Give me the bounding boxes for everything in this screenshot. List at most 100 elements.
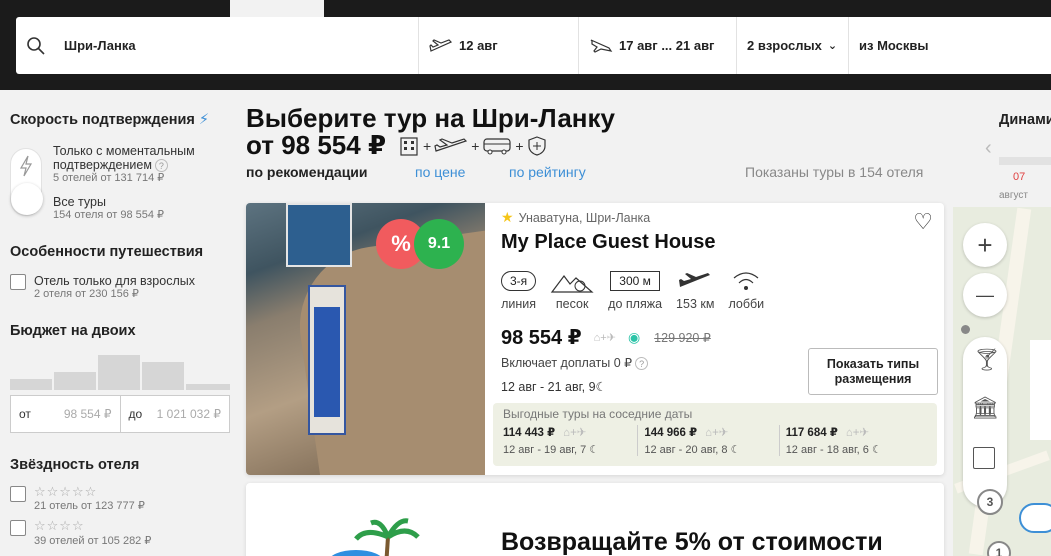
- feature-airport: 153 км: [676, 265, 714, 311]
- star-icon: ★: [501, 209, 514, 225]
- hotel-price: 98 554 ₽: [501, 327, 582, 349]
- four-stars-icon: ☆☆☆☆: [34, 518, 85, 533]
- sort-price[interactable]: по цене: [415, 164, 465, 180]
- results-count: Показаны туры в 154 отеля: [745, 164, 924, 180]
- destination-value: Шри-Ланка: [64, 38, 136, 53]
- promo-card[interactable]: Возвращайте 5% от стоимости: [246, 483, 944, 556]
- lightning-icon: ⚡︎: [198, 112, 210, 128]
- stars5-checkbox[interactable]: [10, 486, 26, 502]
- extra-fees: Включает доплаты 0 ₽?: [501, 355, 649, 370]
- rating-badge: 9.1: [414, 219, 464, 269]
- top-bar: Шри-Ланка 12 авг 17 авг ... 21 авг 2 взр…: [0, 0, 1051, 90]
- zoom-in-button[interactable]: +: [963, 223, 1007, 267]
- hotel-name[interactable]: My Place Guest House: [501, 231, 716, 254]
- budget-to-input[interactable]: до 1 021 032 ₽: [121, 396, 230, 432]
- hist-bar: [98, 354, 140, 390]
- included-mini-icons: ⌂+✈: [705, 427, 729, 439]
- cocktail-icon[interactable]: 🍸︎: [973, 347, 1001, 373]
- moon-icon: ☾: [595, 380, 607, 394]
- map-cluster[interactable]: 1: [987, 541, 1011, 556]
- lightning-outline-icon: [19, 155, 33, 177]
- stars4-checkbox[interactable]: [10, 520, 26, 536]
- moon-icon: ☾: [871, 444, 882, 456]
- beach-distance: 300 м: [610, 271, 660, 291]
- dynamics-day[interactable]: 07: [1013, 171, 1025, 183]
- budget-range: от 98 554 ₽ до 1 021 032 ₽: [10, 395, 230, 433]
- hist-bar: [186, 384, 230, 390]
- plane-takeoff-icon: [429, 38, 453, 52]
- promo-text: Возвращайте 5% от стоимости: [501, 528, 883, 556]
- show-room-types-button[interactable]: Показать типы размещения: [808, 348, 938, 395]
- zoom-out-button[interactable]: —: [963, 273, 1007, 317]
- adults-value: 2 взрослых: [747, 38, 822, 53]
- included-mini-icons: ⌂+✈: [563, 427, 587, 439]
- help-icon[interactable]: ?: [154, 159, 168, 172]
- date-field[interactable]: 12 авг: [419, 17, 579, 74]
- nearby-title: Выгодные туры на соседние даты: [503, 407, 693, 421]
- included-mini-icons: ⌂+✈: [845, 427, 870, 439]
- hotel-icon: [400, 136, 418, 156]
- feature-wifi: лобби: [728, 265, 764, 311]
- feature-beach: 300 м до пляжа: [608, 265, 662, 311]
- sort-rating[interactable]: по рейтингу: [509, 164, 586, 180]
- adults-only-option[interactable]: Отель только для взрослых 2 отеля от 230…: [34, 274, 195, 300]
- hotel-info: ★ Унаватуна, Шри-Ланка ♡ My Place Guest …: [493, 203, 941, 475]
- hotel-features: 3-я линия песок 300 м до пляжа 153 км ло…: [501, 265, 778, 311]
- adults-only-checkbox[interactable]: [10, 274, 26, 290]
- help-icon[interactable]: ?: [635, 357, 649, 370]
- diamond-icon: ◉: [627, 329, 641, 345]
- stars4-option[interactable]: 39 отелей от 105 282 ₽: [34, 535, 151, 547]
- confirm-speed-title: Скорость подтверждения ⚡︎: [10, 112, 210, 128]
- all-tours-option[interactable]: Все туры 154 отеля от 98 554 ₽: [53, 195, 164, 221]
- map-cluster[interactable]: 3: [977, 489, 1003, 515]
- sort-recommended[interactable]: по рекомендации: [246, 164, 368, 180]
- nights-value: 17 авг ... 21 авг: [619, 38, 715, 53]
- plane-icon: [434, 137, 468, 152]
- departure-value: из Москвы: [859, 38, 929, 53]
- shopping-bag-icon[interactable]: [973, 447, 995, 469]
- stars5-option[interactable]: 21 отель от 123 777 ₽: [34, 500, 145, 512]
- nearby-option[interactable]: 117 684 ₽ ⌂+✈ 12 авг - 18 авг, 6 ☾: [786, 425, 921, 456]
- tour-dates: 12 авг - 21 авг, 9☾: [501, 380, 607, 394]
- map-dot: [961, 325, 970, 334]
- instant-confirm-option[interactable]: Только с моментальным подтверждением? 5 …: [53, 144, 233, 184]
- museum-icon[interactable]: 🏛︎: [971, 395, 999, 421]
- destination-field[interactable]: Шри-Ланка: [16, 17, 419, 74]
- filters-sidebar: Скорость подтверждения ⚡︎ Только с момен…: [10, 112, 232, 547]
- chevron-left-icon[interactable]: ‹: [985, 137, 992, 160]
- price-row: 98 554 ₽ ⌂+✈ ◉ 129 920 ₽: [501, 325, 711, 350]
- plane-icon: [679, 273, 711, 287]
- departure-field[interactable]: из Москвы: [849, 17, 929, 74]
- map-layers: 🍸︎ 🏛︎: [963, 337, 1007, 507]
- nearby-option[interactable]: 114 443 ₽ ⌂+✈ 12 авг - 19 авг, 7 ☾: [503, 425, 639, 456]
- budget-histogram[interactable]: [10, 350, 230, 390]
- dynamics-bar[interactable]: [999, 157, 1051, 165]
- hotel-photo[interactable]: % 9.1: [246, 203, 485, 475]
- confirm-speed-toggle[interactable]: [10, 148, 43, 216]
- toggle-knob[interactable]: [11, 183, 43, 215]
- included-mini-icons: ⌂+✈: [593, 332, 616, 344]
- features-title: Особенности путешествия: [10, 244, 204, 260]
- hotel-card[interactable]: % 9.1 ★ Унаватуна, Шри-Ланка ♡ My Place …: [246, 203, 944, 475]
- included-icons: + + +: [398, 135, 547, 157]
- price-dynamics-title: Динамика: [999, 112, 1051, 128]
- budget-from-input[interactable]: от 98 554 ₽: [11, 396, 121, 432]
- map-popup[interactable]: [1030, 340, 1051, 440]
- restaurant-sign: [286, 203, 352, 267]
- active-tab[interactable]: [230, 0, 324, 17]
- hist-bar: [54, 371, 96, 390]
- nearby-dates-panel: Выгодные туры на соседние даты 114 443 ₽…: [493, 403, 937, 466]
- price-from: от 98 554 ₽: [246, 130, 387, 160]
- map-pin[interactable]: [1019, 503, 1051, 533]
- palm-illustration: [331, 518, 420, 556]
- feature-sand: песок: [550, 265, 594, 311]
- moon-icon: ☾: [589, 444, 600, 456]
- favorite-heart-icon[interactable]: ♡: [913, 209, 933, 235]
- nearby-option[interactable]: 144 966 ₽ ⌂+✈ 12 авг - 20 авг, 8 ☾: [644, 425, 780, 456]
- adults-field[interactable]: 2 взрослых ⌄: [737, 17, 849, 74]
- old-price: 129 920 ₽: [654, 331, 711, 345]
- dynamics-month: август: [999, 190, 1028, 201]
- nights-field[interactable]: 17 авг ... 21 авг: [579, 17, 737, 74]
- rooms-sign: [308, 285, 346, 435]
- five-stars-icon: ☆☆☆☆☆: [34, 484, 98, 499]
